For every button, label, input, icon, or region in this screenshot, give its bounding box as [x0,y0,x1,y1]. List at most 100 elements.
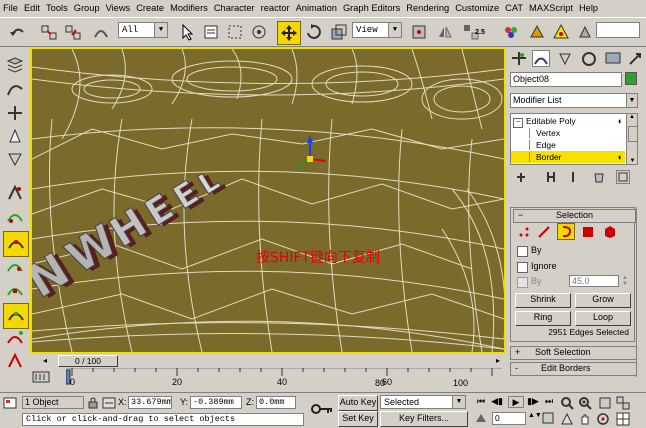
set-key-button[interactable]: Set Key [338,411,378,427]
stack-item-edge[interactable]: Edge [511,139,625,151]
mirror-icon[interactable] [434,21,456,43]
prev-frame-arrow[interactable]: ◂ [38,355,52,367]
next-frame-arrow[interactable]: ▸ [492,355,504,367]
menu-customize[interactable]: Customize [452,1,502,16]
z-coordinate-field[interactable]: 0.0mm [256,396,296,409]
play-icon[interactable]: ▶ [508,396,524,408]
edit-borders-rollout[interactable]: - Edit Borders [510,362,637,376]
tool-icon-active-1[interactable] [3,231,29,257]
key-mode-dropdown[interactable]: Selected ▼ [380,395,466,409]
command-panel-scrollbar[interactable] [636,207,644,377]
toolbar-search-field[interactable] [596,22,640,38]
selection-rollout-header[interactable]: − Selection [513,209,636,223]
menu-tools[interactable]: Tools [43,1,71,16]
menu-character[interactable]: Character [211,1,258,16]
menu-modifiers[interactable]: Modifiers [167,1,211,16]
motion-icon[interactable] [3,147,27,171]
goto-start-icon[interactable]: ⏮ [474,396,488,408]
vertex-level-icon[interactable] [517,225,531,239]
motion-tab-icon[interactable] [580,50,598,67]
show-end-result-icon[interactable] [544,170,558,184]
select-by-name-icon[interactable] [200,21,222,43]
key-icon[interactable] [310,398,334,420]
key-mode-toggle-icon[interactable] [474,412,488,424]
ring-button[interactable]: Ring [515,311,571,326]
angle-spinner[interactable]: 45.0 [569,275,619,287]
field-of-view-icon[interactable] [560,412,574,426]
zoom-icon[interactable] [560,396,574,410]
curve-editor-icon[interactable] [3,77,27,101]
zoom-all-icon[interactable] [578,396,592,410]
modifier-list-dropdown[interactable]: Modifier List ▼ [510,93,638,108]
edge-level-icon[interactable] [537,225,551,239]
menu-maxscript[interactable]: MAXScript [526,1,576,16]
time-slider-thumb[interactable]: 0 / 100 [58,355,118,367]
zoom-extents-all-icon[interactable] [616,396,630,410]
display-tab-icon[interactable] [604,50,622,67]
selection-filter-dropdown[interactable]: All ▼ [118,22,168,38]
track-bar[interactable]: 0 20 40 60 [30,368,506,390]
layers-icon[interactable] [3,53,27,77]
auto-key-button[interactable]: Auto Key [338,395,378,411]
menu-views[interactable]: Views [103,1,134,16]
stack-item-vertex[interactable]: Vertex [511,127,625,139]
utilities-tab-icon[interactable] [626,50,644,67]
current-frame-field[interactable]: 0 [492,412,526,425]
quick-render-icon[interactable] [550,21,572,43]
key-filters-button[interactable]: Key Filters... [380,411,468,427]
goto-end-icon[interactable]: ⏭ [542,396,556,408]
material-editor-icon[interactable] [500,21,522,43]
menu-cat[interactable]: CAT [502,1,526,16]
frame-spinner-icon[interactable]: ▲▼ [528,412,542,424]
tool-icon-1[interactable] [3,181,27,205]
remove-modifier-icon[interactable] [592,170,606,184]
stack-item-border[interactable]: Border ◐ [511,151,625,163]
absolute-mode-icon[interactable] [102,397,116,409]
zoom-extents-icon[interactable] [598,396,612,410]
create-tab-icon[interactable] [510,50,528,67]
trackbar-open-icon[interactable] [30,368,54,386]
by-angle-checkbox[interactable] [517,277,528,288]
ignore-backfacing-checkbox[interactable] [517,262,528,273]
pivot-center-icon[interactable] [408,21,430,43]
menu-animation[interactable]: Animation [293,1,340,16]
element-level-icon[interactable] [603,225,617,239]
object-name-field[interactable]: Object08 [510,72,622,87]
y-coordinate-field[interactable]: -0.389mm [190,396,242,409]
modify-tab-icon[interactable] [532,50,550,67]
tool-icon-5[interactable] [3,327,27,351]
polygon-level-icon[interactable] [581,225,595,239]
next-frame-icon[interactable]: ▮▶ [526,396,540,408]
reference-coordinate-dropdown[interactable]: View ▼ [352,22,402,38]
tool-icon-4[interactable] [3,279,27,303]
menu-help[interactable]: Help [576,1,601,16]
maximize-viewport-icon[interactable] [616,412,630,426]
object-color-swatch[interactable] [625,72,637,85]
time-config-icon[interactable] [542,412,554,424]
stack-scrollbar[interactable]: ▲ ▼ [626,114,637,164]
tool-icon-2[interactable] [3,205,27,229]
menu-reactor[interactable]: reactor [258,1,293,16]
hierarchy-icon[interactable] [3,125,27,149]
create-icon[interactable] [3,101,27,125]
render-type-icon[interactable] [574,21,596,43]
tool-icon-3[interactable] [3,255,27,279]
arc-rotate-icon[interactable] [596,412,610,426]
x-coordinate-field[interactable]: 33.679mm [128,396,172,409]
bind-space-warp-icon[interactable] [90,21,112,43]
stack-item-editable-poly[interactable]: − Editable Poly ◐ [511,115,625,128]
maxscript-listener-icon[interactable] [2,396,20,410]
menu-group[interactable]: Group [71,1,103,16]
undo-icon[interactable] [6,21,28,43]
pan-view-icon[interactable] [578,412,592,426]
perspective-viewport[interactable]: N N W W H H E E E E L L 按SHIFT键向下复制 [30,47,506,354]
soft-selection-rollout[interactable]: + Soft Selection [510,346,637,360]
shrink-button[interactable]: Shrink [515,293,571,308]
configure-modifier-sets-icon[interactable] [616,170,630,184]
border-level-icon[interactable] [557,223,575,240]
loop-button[interactable]: Loop [575,311,631,326]
window-crossing-icon[interactable] [248,21,270,43]
menu-file[interactable]: File [0,1,21,16]
tool-icon-6[interactable] [3,349,27,373]
make-unique-icon[interactable] [566,170,580,184]
